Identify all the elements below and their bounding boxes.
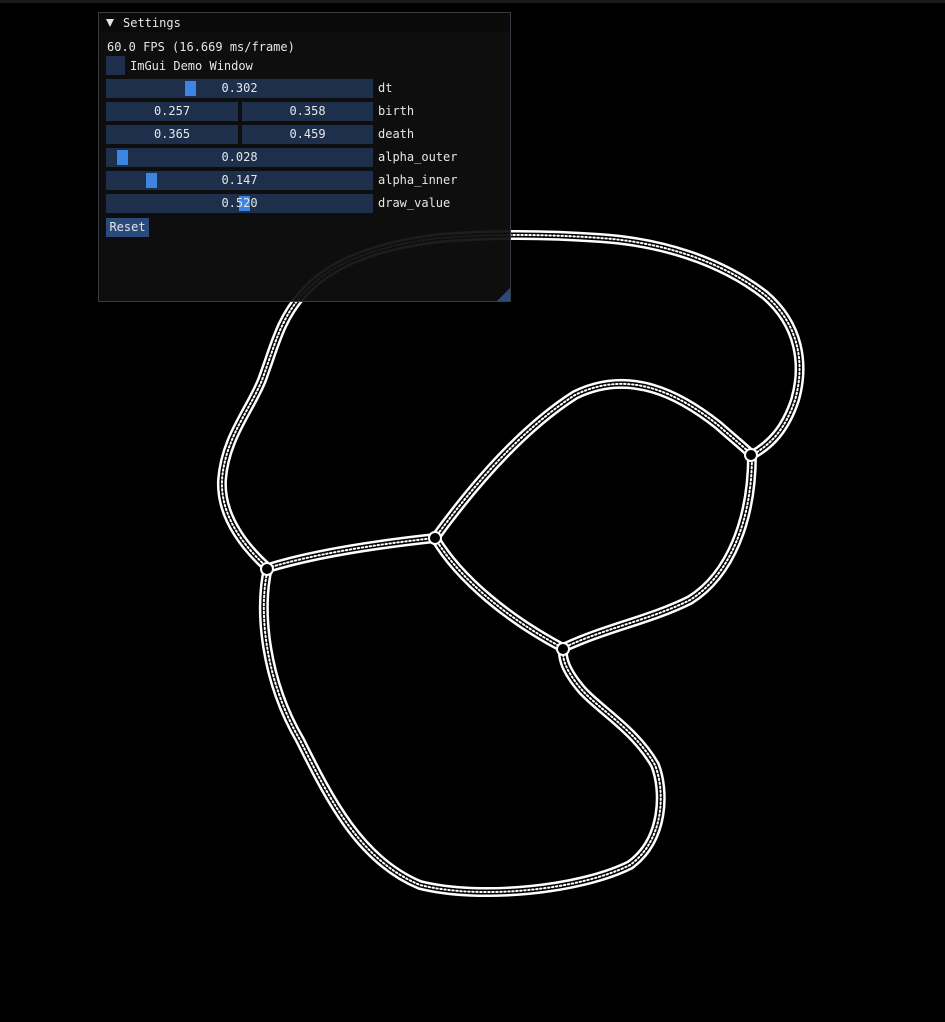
settings-title-bar[interactable]: Settings	[99, 13, 510, 32]
junction-bottom	[556, 642, 570, 656]
birth-label: birth	[378, 104, 415, 118]
junction-left	[260, 562, 274, 576]
draw-value-label: draw_value	[378, 196, 451, 210]
alpha-outer-label: alpha_outer	[378, 150, 458, 164]
dt-label: dt	[378, 81, 393, 95]
alpha-outer-value: 0.028	[221, 150, 258, 164]
draw-value-slider[interactable]: 0.520	[106, 194, 373, 213]
birth-max-drag[interactable]: 0.358	[242, 102, 373, 121]
pattern-band-inner-right	[558, 450, 757, 653]
dt-slider-grab[interactable]	[184, 81, 196, 96]
junction-right	[744, 448, 758, 462]
alpha-outer-slider-grab[interactable]	[116, 150, 128, 165]
pattern-inner-layer	[219, 232, 802, 895]
reset-button[interactable]: Reset	[106, 218, 149, 237]
junction-center	[428, 531, 442, 545]
alpha-inner-label: alpha_inner	[378, 173, 458, 187]
pattern-band-lower-lobe	[258, 563, 666, 898]
death-min-value: 0.365	[153, 127, 191, 141]
fps-readout: 60.0 FPS (16.669 ms/frame)	[107, 40, 295, 54]
alpha-inner-slider-grab[interactable]	[146, 173, 158, 188]
death-min-drag[interactable]: 0.365	[106, 125, 238, 144]
pattern-outer-layer	[216, 230, 805, 898]
pattern-band-inner-top	[430, 378, 757, 543]
pattern-band-inner-diagonal	[430, 533, 568, 653]
resize-grip-icon[interactable]	[497, 288, 510, 301]
window-title: Settings	[123, 15, 181, 30]
death-label: death	[378, 127, 415, 141]
birth-min-drag[interactable]: 0.257	[106, 102, 238, 121]
draw-value-slider-grab[interactable]	[238, 196, 250, 211]
birth-min-value: 0.257	[153, 104, 191, 118]
birth-max-value: 0.358	[289, 104, 326, 118]
settings-window[interactable]: Settings 60.0 FPS (16.669 ms/frame) ImGu…	[98, 12, 511, 302]
alpha-inner-slider[interactable]: 0.147	[106, 171, 373, 190]
collapse-arrow-icon[interactable]	[106, 18, 114, 27]
dt-slider[interactable]: 0.302	[106, 79, 373, 98]
alpha-outer-slider[interactable]: 0.028	[106, 148, 373, 167]
death-max-value: 0.459	[289, 127, 326, 141]
demo-window-checkbox-row[interactable]: ImGui Demo Window	[106, 56, 253, 75]
death-max-drag[interactable]: 0.459	[242, 125, 373, 144]
dt-value: 0.302	[221, 81, 258, 95]
demo-window-checkbox[interactable]	[106, 56, 125, 75]
demo-window-checkbox-label: ImGui Demo Window	[130, 58, 253, 73]
pattern-hatch-layer	[220, 234, 801, 894]
